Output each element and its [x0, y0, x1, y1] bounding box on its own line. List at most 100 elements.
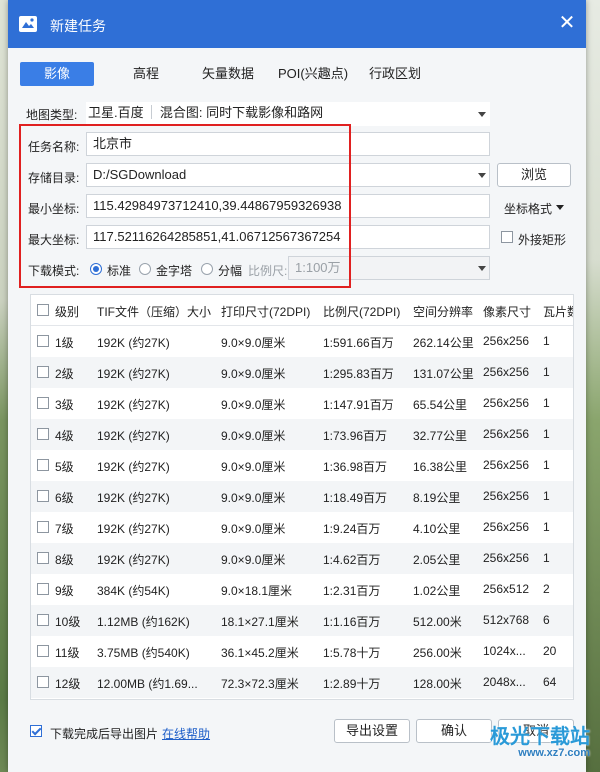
- row-checkbox[interactable]: [37, 366, 49, 378]
- table-row[interactable]: 13级42.19MB (约5.71...1.35×1.35米1:1.44十万64…: [31, 698, 573, 699]
- table-cell: 72.3×72.3厘米: [221, 677, 299, 691]
- export-after-download-checkbox[interactable]: [30, 725, 42, 737]
- table-row[interactable]: 11级 3.75MB (约540K) 36.1×45.2厘米 1:5.78十万 256.…: [31, 636, 573, 667]
- tab-imagery[interactable]: 影像: [20, 62, 94, 86]
- col-resolution[interactable]: 空间分辨率: [413, 303, 473, 320]
- row-checkbox[interactable]: [37, 552, 49, 564]
- outer-rect-checkbox[interactable]: [501, 231, 513, 243]
- table-cell: 1:36.98百万: [323, 460, 388, 474]
- table-row[interactable]: 10级 1.12MB (约162K) 18.1×27.1厘米 1:1.16百万 512.…: [31, 605, 573, 636]
- table-row[interactable]: 2级 192K (约27K) 9.0×9.0厘米 1:295.83百万 131.07公里…: [31, 357, 573, 388]
- table-cell: 128.00米: [413, 677, 462, 691]
- table-cell: 18.1×27.1厘米: [221, 615, 299, 629]
- map-type-chevron-down-icon[interactable]: [478, 112, 486, 117]
- table-row[interactable]: 9级 384K (约54K) 9.0×18.1厘米 1:2.31百万 1.02公里 256…: [31, 574, 573, 605]
- export-after-download-label: 下载完成后导出图片: [50, 727, 159, 741]
- watermark-brand: 极光下载站: [490, 726, 590, 748]
- table-cell: 6: [543, 613, 550, 627]
- table-cell: 1:4.62百万: [323, 553, 381, 567]
- storage-chevron-down-icon[interactable]: [478, 173, 486, 178]
- coord-format-button[interactable]: 坐标格式: [504, 200, 552, 217]
- row-checkbox[interactable]: [37, 676, 49, 688]
- table-row[interactable]: 5级 192K (约27K) 9.0×9.0厘米 1:36.98百万 16.38公里 25…: [31, 450, 573, 481]
- row-checkbox[interactable]: [37, 614, 49, 626]
- online-help-link[interactable]: 在线帮助: [162, 725, 210, 742]
- table-cell: 256x256: [483, 334, 530, 348]
- close-icon[interactable]: ✕: [556, 12, 578, 34]
- table-cell: 2: [543, 582, 550, 596]
- row-checkbox[interactable]: [37, 583, 49, 595]
- table-row[interactable]: 6级 192K (约27K) 9.0×9.0厘米 1:18.49百万 8.19公里 256…: [31, 481, 573, 512]
- table-row[interactable]: 8级 192K (约27K) 9.0×9.0厘米 1:4.62百万 2.05公里 256x…: [31, 543, 573, 574]
- col-level[interactable]: 级别: [55, 303, 79, 320]
- table-cell: 1:73.96百万: [323, 429, 388, 443]
- map-background-left: [0, 0, 8, 772]
- table-cell: 5级: [55, 460, 74, 474]
- table-cell: 256x256: [483, 396, 530, 410]
- table-cell: 32.77公里: [413, 429, 468, 443]
- new-task-dialog: 新建任务 ✕ 影像 高程 矢量数据 POI(兴趣点) 行政区划 地图类型: 卫星…: [8, 0, 586, 772]
- table-cell: 36.1×45.2厘米: [221, 646, 299, 660]
- browse-button[interactable]: 浏览: [497, 163, 571, 187]
- table-cell: 1:5.78十万: [323, 646, 381, 660]
- table-row[interactable]: 1级 192K (约27K) 9.0×9.0厘米 1:591.66百万 262.14公里…: [31, 326, 573, 357]
- table-cell: 1:18.49百万: [323, 491, 388, 505]
- row-checkbox[interactable]: [37, 521, 49, 533]
- table-cell: 1: [543, 458, 550, 472]
- table-cell: 1: [543, 427, 550, 441]
- table-cell: 10级: [55, 615, 81, 629]
- table-cell: 1: [543, 551, 550, 565]
- table-cell: 3.75MB (约540K): [97, 646, 190, 660]
- map-type-mix: 混合图: 同时下载影像和路网: [159, 105, 324, 120]
- table-cell: 1: [543, 334, 550, 348]
- table-row[interactable]: 7级 192K (约27K) 9.0×9.0厘米 1:9.24百万 4.10公里 256x…: [31, 512, 573, 543]
- table-cell: 16.38公里: [413, 460, 468, 474]
- row-checkbox[interactable]: [37, 335, 49, 347]
- row-checkbox[interactable]: [37, 397, 49, 409]
- table-cell: 1:147.91百万: [323, 398, 394, 412]
- table-cell: 6级: [55, 491, 74, 505]
- row-checkbox[interactable]: [37, 490, 49, 502]
- table-cell: 4.10公里: [413, 522, 461, 536]
- table-cell: 1.02公里: [413, 584, 461, 598]
- row-checkbox[interactable]: [37, 428, 49, 440]
- select-all-checkbox[interactable]: [37, 304, 49, 316]
- table-cell: 9.0×18.1厘米: [221, 584, 293, 598]
- table-cell: 1级: [55, 336, 74, 350]
- tab-admin-division[interactable]: 行政区划: [358, 62, 432, 86]
- row-checkbox[interactable]: [37, 459, 49, 471]
- table-cell: 256x256: [483, 365, 530, 379]
- ok-button[interactable]: 确认: [416, 719, 492, 743]
- col-tile-count[interactable]: 瓦片数: [543, 303, 573, 320]
- table-cell: 192K (约27K): [97, 336, 170, 350]
- col-pixel-size[interactable]: 像素尺寸: [483, 303, 531, 320]
- col-print-size[interactable]: 打印尺寸(72DPI): [221, 303, 310, 320]
- col-scale[interactable]: 比例尺(72DPI): [323, 303, 400, 320]
- dialog-title: 新建任务: [50, 18, 106, 34]
- separator: [151, 105, 153, 119]
- row-checkbox[interactable]: [37, 645, 49, 657]
- highlight-box: [19, 124, 351, 288]
- tab-poi[interactable]: POI(兴趣点): [270, 62, 356, 86]
- table-cell: 11级: [55, 646, 80, 660]
- table-header: 级别 TIF文件（压缩）大小 打印尺寸(72DPI) 比例尺(72DPI) 空间…: [31, 295, 573, 326]
- export-settings-button[interactable]: 导出设置: [334, 719, 410, 743]
- coord-format-caret-icon[interactable]: [556, 205, 564, 210]
- table-row[interactable]: 4级 192K (约27K) 9.0×9.0厘米 1:73.96百万 32.77公里 25…: [31, 419, 573, 450]
- scale-chevron-down-icon[interactable]: [478, 266, 486, 271]
- table-cell: 64: [543, 675, 557, 689]
- table-cell: 2级: [55, 367, 74, 381]
- table-cell: 9.0×9.0厘米: [221, 553, 286, 567]
- tab-vector-data[interactable]: 矢量数据: [192, 62, 264, 86]
- table-cell: 192K (约27K): [97, 491, 170, 505]
- table-cell: 256x512: [483, 582, 530, 596]
- col-tif-size[interactable]: TIF文件（压缩）大小: [97, 303, 211, 320]
- table-row[interactable]: 3级 192K (约27K) 9.0×9.0厘米 1:147.91百万 65.54公里 2…: [31, 388, 573, 419]
- table-cell: 9.0×9.0厘米: [221, 491, 286, 505]
- table-cell: 512x768: [483, 613, 530, 627]
- tab-elevation[interactable]: 高程: [118, 62, 174, 86]
- table-cell: 256x256: [483, 458, 530, 472]
- table-row[interactable]: 12级 12.00MB (约1.69... 72.3×72.3厘米 1:2.89十万 1…: [31, 667, 573, 698]
- map-type-select[interactable]: 卫星.百度 混合图: 同时下载影像和路网: [86, 102, 490, 126]
- table-cell: 192K (约27K): [97, 398, 170, 412]
